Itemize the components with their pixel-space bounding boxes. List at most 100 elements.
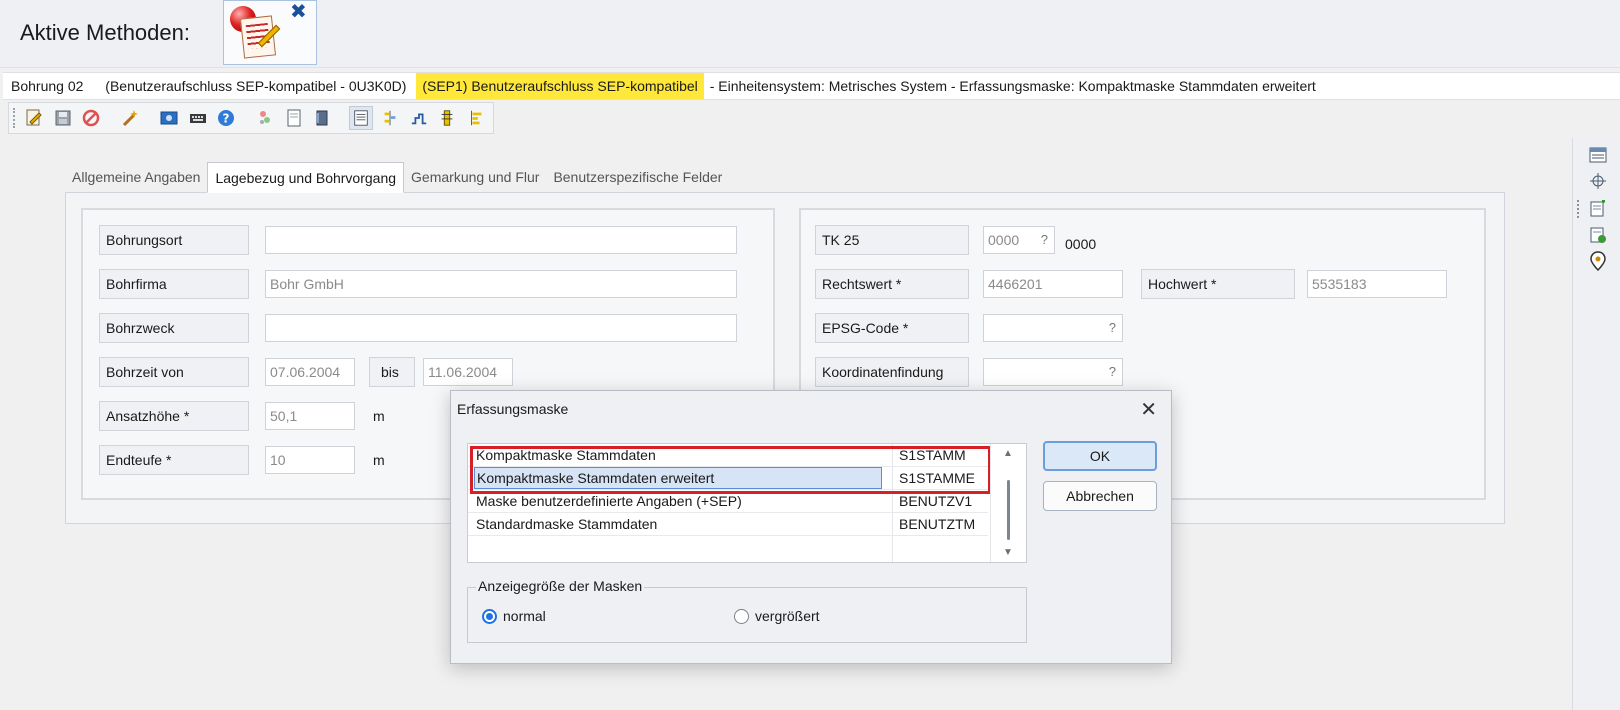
bohrfirma-label: Bohrfirma xyxy=(99,269,249,299)
database-icon[interactable] xyxy=(311,106,335,130)
rechtswert-input[interactable]: 4466201 xyxy=(983,270,1123,298)
page-icon[interactable] xyxy=(282,106,306,130)
top-area: Aktive Methoden: ✖ xyxy=(0,0,1620,68)
ansatzhoehe-input[interactable]: 50,1 xyxy=(265,402,355,430)
layers-icon[interactable] xyxy=(253,106,277,130)
crosshair-icon[interactable] xyxy=(1587,170,1609,192)
location-pin-icon[interactable] xyxy=(1587,250,1609,272)
ansatzhoehe-label: Ansatzhöhe * xyxy=(99,401,249,431)
list-item[interactable]: Maske benutzerdefinierte Angaben (+SEP) … xyxy=(468,490,988,513)
list-item-code: S1STAMME xyxy=(892,467,988,489)
status-einheiten: - Einheitensystem: Metrisches System - E… xyxy=(709,78,1316,94)
scroll-thumb[interactable] xyxy=(1007,480,1010,540)
tk25-value: 0000 xyxy=(988,232,1020,248)
mask-list: Kompaktmaske Stammdaten S1STAMM Kompaktm… xyxy=(467,443,1027,563)
save-icon[interactable] xyxy=(51,106,75,130)
list-item[interactable]: Kompaktmaske Stammdaten S1STAMM xyxy=(468,444,988,467)
form-view-icon[interactable] xyxy=(349,106,374,130)
toolbar: ? xyxy=(8,102,494,134)
scroll-down-icon[interactable]: ▼ xyxy=(1003,547,1013,558)
bohrungsort-label: Bohrungsort xyxy=(99,225,249,255)
status-bohrung: Bohrung 02 xyxy=(11,78,84,94)
cancel-button[interactable]: Abbrechen xyxy=(1043,481,1157,511)
svg-text:?: ? xyxy=(223,112,230,126)
list-item[interactable]: Standardmaske Stammdaten BENUTZTM xyxy=(468,513,988,536)
scroll-up-icon[interactable]: ▲ xyxy=(1003,448,1013,459)
epsg-label: EPSG-Code * xyxy=(815,313,969,343)
toolbar-grip[interactable] xyxy=(13,108,16,128)
epsg-input[interactable]: ? xyxy=(983,314,1123,342)
epsg-help-icon[interactable]: ? xyxy=(1109,315,1116,341)
radio-vergroessert-label: vergrößert xyxy=(755,608,820,624)
list-scrollbar[interactable]: ▲ ▼ xyxy=(990,444,1026,562)
window-layout-icon[interactable] xyxy=(1587,144,1609,166)
radio-unchecked-icon xyxy=(734,608,749,624)
dialog-title: Erfassungsmaske xyxy=(457,401,569,417)
erfassungsmaske-dialog: Erfassungsmaske ✕ Kompaktmaske Stammdate… xyxy=(450,390,1172,664)
list-item-selected[interactable]: Kompaktmaske Stammdaten erweitert S1STAM… xyxy=(468,467,988,490)
radio-checked-icon xyxy=(482,608,497,624)
close-method-icon[interactable]: ✖ xyxy=(290,2,307,22)
tk25-help-icon[interactable]: ? xyxy=(1041,227,1048,253)
hochwert-input[interactable]: 5535183 xyxy=(1307,270,1447,298)
side-panel xyxy=(1572,138,1620,710)
image-icon[interactable] xyxy=(157,106,181,130)
list-empty-cell xyxy=(892,536,988,562)
bar-layer-icon[interactable] xyxy=(464,106,488,130)
active-method-button[interactable]: ✖ xyxy=(223,0,317,65)
status-benutzer: (Benutzeraufschluss SEP-kompatibel - 0U3… xyxy=(105,78,407,94)
list-item-code: BENUTZV1 xyxy=(892,490,988,512)
active-methods-label: Aktive Methoden: xyxy=(20,20,190,45)
radio-normal[interactable]: normal xyxy=(482,608,546,624)
cancel-icon[interactable] xyxy=(80,106,104,130)
display-size-legend: Anzeigegröße der Masken xyxy=(476,578,645,594)
endteufe-unit: m xyxy=(373,452,385,468)
close-icon[interactable]: ✕ xyxy=(1140,397,1157,422)
list-item-code: BENUTZTM xyxy=(892,513,988,535)
bohrzeit-label: Bohrzeit von xyxy=(99,357,249,387)
tab-bar: Allgemeine Angaben Lagebezug und Bohrvor… xyxy=(65,162,729,193)
radio-normal-label: normal xyxy=(503,608,546,624)
list-item-code: S1STAMM xyxy=(892,444,988,466)
bis-label: bis xyxy=(369,357,415,387)
bohrzweck-input[interactable] xyxy=(265,314,737,342)
status-sep-highlight: (SEP1) Benutzeraufschluss SEP-kompatibel xyxy=(416,73,704,99)
tab-lagebezug[interactable]: Lagebezug und Bohrvorgang xyxy=(207,162,405,193)
ok-button[interactable]: OK xyxy=(1043,441,1157,471)
borehole-icon[interactable] xyxy=(436,106,460,130)
bohrungsort-input[interactable] xyxy=(265,226,737,254)
hochwert-label: Hochwert * xyxy=(1141,269,1295,299)
bohrfirma-input[interactable]: Bohr GmbH xyxy=(265,270,737,298)
edit-icon[interactable] xyxy=(22,106,46,130)
bohrzweck-label: Bohrzweck xyxy=(99,313,249,343)
layer-profile-icon[interactable] xyxy=(378,106,402,130)
tab-gemarkung[interactable]: Gemarkung und Flur xyxy=(404,162,546,192)
tk25-display: 0000 xyxy=(1065,236,1097,252)
document-check-icon[interactable] xyxy=(1587,224,1609,246)
radio-vergroessert[interactable]: vergrößert xyxy=(734,608,820,624)
add-document-icon[interactable] xyxy=(1587,198,1609,220)
ansatzhoehe-unit: m xyxy=(373,408,385,424)
koordinatenfindung-input[interactable]: ? xyxy=(983,358,1123,386)
list-item-name: Standardmaske Stammdaten xyxy=(476,516,658,532)
koordinatenfindung-help-icon[interactable]: ? xyxy=(1109,359,1116,385)
tab-allgemeine-angaben[interactable]: Allgemeine Angaben xyxy=(65,162,207,192)
tk25-input[interactable]: 0000 ? xyxy=(983,226,1055,254)
chart-icon[interactable] xyxy=(407,106,431,130)
help-icon[interactable]: ? xyxy=(214,106,238,130)
keyboard-icon[interactable] xyxy=(186,106,210,130)
bohrzeit-bis-input[interactable]: 11.06.2004 xyxy=(423,358,513,386)
bohrzeit-von-input[interactable]: 07.06.2004 xyxy=(265,358,355,386)
tk25-label: TK 25 xyxy=(815,225,969,255)
list-item-empty xyxy=(468,536,988,562)
list-item-name: Kompaktmaske Stammdaten xyxy=(476,447,656,463)
list-item-name: Kompaktmaske Stammdaten erweitert xyxy=(474,467,882,489)
koordinatenfindung-label: Koordinatenfindung xyxy=(815,357,969,387)
endteufe-input[interactable]: 10 xyxy=(265,446,355,474)
rechtswert-label: Rechtswert * xyxy=(815,269,969,299)
side-grip[interactable] xyxy=(1577,200,1579,218)
magic-wand-icon[interactable] xyxy=(118,106,142,130)
status-bar: Bohrung 02 (Benutzeraufschluss SEP-kompa… xyxy=(3,72,1620,100)
list-item-name: Maske benutzerdefinierte Angaben (+SEP) xyxy=(476,493,742,509)
tab-benutzerspezifisch[interactable]: Benutzerspezifische Felder xyxy=(546,162,729,192)
